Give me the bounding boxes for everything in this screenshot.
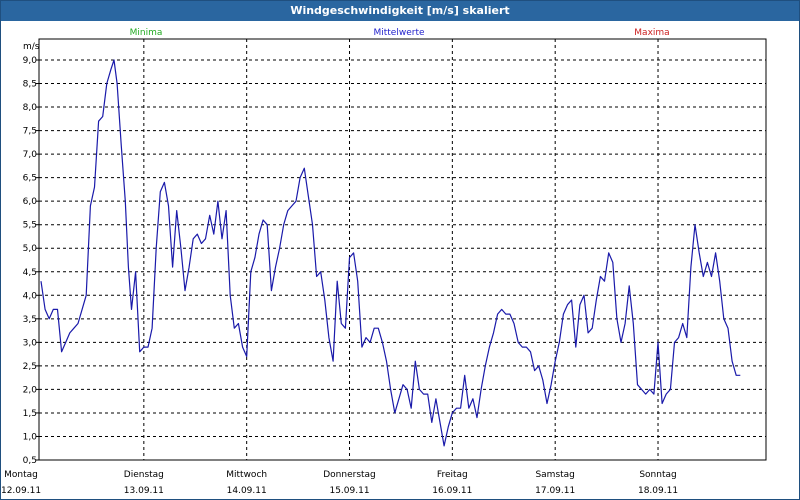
y-axis: 9,0 8,5 8,0 7,5 7,0 6,5 6,0 5,5 5,0 4,5 4,0 3,5 3,0 2… — [23, 56, 39, 466]
legend-item-minima: Minima — [130, 28, 163, 38]
y-tick-label: 3,5 — [23, 315, 37, 325]
x-tick-date: 16.09.11 — [432, 486, 472, 496]
line-chart: 9,0 8,5 8,0 7,5 7,0 6,5 6,0 5,5 5,0 4,5 4,0 3,5 3,0 2… — [1, 28, 767, 496]
y-tick-label: 2,5 — [23, 362, 37, 372]
y-tick-label: 5,5 — [23, 221, 37, 231]
y-tick-label: 5,0 — [23, 244, 38, 254]
x-tick-day: Freitag — [437, 470, 468, 480]
legend-item-mittelwerte: Mittelwerte — [373, 28, 424, 38]
x-tick-date: 15.09.11 — [329, 486, 369, 496]
legend-item-maxima: Maxima — [634, 28, 669, 38]
y-tick-label: 6,5 — [23, 174, 37, 184]
x-tick-day: Samstag — [535, 470, 574, 480]
plot-area — [38, 38, 767, 461]
y-tick-label: 0,5 — [23, 456, 37, 466]
y-tick-label: 7,5 — [23, 127, 37, 137]
x-tick-day: Dienstag — [124, 470, 164, 480]
y-axis-unit: m/s — [23, 42, 40, 52]
y-tick-label: 3,0 — [23, 338, 38, 348]
x-tick-date: 12.09.11 — [1, 486, 41, 496]
y-tick-label: 9,0 — [23, 56, 38, 66]
y-tick-label: 8,5 — [23, 80, 37, 90]
y-tick-label: 6,0 — [23, 197, 38, 207]
y-tick-label: 1,0 — [23, 432, 38, 442]
chart-window: Windgeschwindigkeit [m/s] skaliert 9,0 8,… — [0, 0, 800, 500]
x-tick-date: 14.09.11 — [227, 486, 267, 496]
x-tick-day: Montag — [4, 470, 38, 480]
x-tick-date: 18.09.11 — [638, 486, 678, 496]
x-axis: Montag 12.09.11 Dienstag 13.09.11 Mittwoch 14… — [1, 470, 678, 496]
x-tick-date: 17.09.11 — [535, 486, 575, 496]
y-tick-label: 2,0 — [23, 385, 38, 395]
y-tick-label: 1,5 — [23, 409, 37, 419]
x-tick-day: Donnerstag — [323, 470, 376, 480]
y-tick-label: 7,0 — [23, 150, 38, 160]
x-tick-date: 13.09.11 — [124, 486, 164, 496]
x-tick-day: Sonntag — [639, 470, 676, 480]
y-tick-label: 4,0 — [23, 291, 38, 301]
x-tick-day: Mittwoch — [226, 470, 267, 480]
y-tick-label: 8,0 — [23, 103, 38, 113]
y-tick-label: 4,5 — [23, 268, 37, 278]
